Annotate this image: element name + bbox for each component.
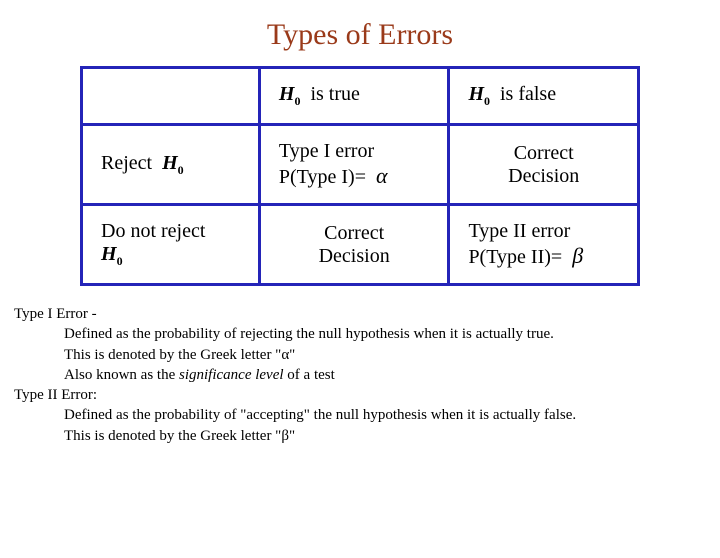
beta-symbol: β [572,243,583,268]
header-false: H0 is false [449,68,639,125]
header-true: H0 is true [259,68,449,125]
h0-symbol: H0 [162,152,184,174]
noreject-text: Do not reject [101,220,205,242]
type1-heading: Type I Error - [14,304,720,324]
cell-line: Decision [319,245,390,267]
cell-line: Type II error [468,220,570,242]
page-title: Types of Errors [0,18,720,52]
type2-heading: Type II Error: [14,385,720,405]
errors-table: H0 is true H0 is false Reject H0 Type I … [80,66,640,286]
table-row: Reject H0 Type I error P(Type I)= α Corr… [82,125,639,205]
cell-type1: Type I error P(Type I)= α [259,125,449,205]
type2-symbol-line: This is denoted by the Greek letter "β" [64,426,720,446]
header-empty [82,68,260,125]
cell-correct: Correct Decision [259,205,449,285]
cell-type2: Type II error P(Type II)= β [449,205,639,285]
cell-correct: Correct Decision [449,125,639,205]
header-false-text: is false [500,83,556,105]
type1-symbol-line: This is denoted by the Greek letter "α" [64,345,720,365]
alpha-symbol: α [376,163,388,188]
cell-line: P(Type II)= [468,246,562,268]
type1-def: Defined as the probability of rejecting … [64,324,720,344]
h0-symbol: H0 [279,83,301,105]
cell-line: Correct [514,142,574,164]
row-noreject-label: Do not reject H0 [82,205,260,285]
cell-line: Type I error [279,140,374,162]
table-row: H0 is true H0 is false [82,68,639,125]
h0-symbol: H0 [101,243,123,265]
cell-line: Decision [508,165,579,187]
type1-aka: Also known as the significance level of … [64,365,720,385]
type2-def: Defined as the probability of "accepting… [64,405,720,425]
cell-line: Correct [324,222,384,244]
definitions: Type I Error - Defined as the probabilit… [14,304,720,446]
cell-line: P(Type I)= [279,166,366,188]
reject-text: Reject [101,152,152,174]
header-true-text: is true [310,83,359,105]
table-row: Do not reject H0 Correct Decision Type I… [82,205,639,285]
row-reject-label: Reject H0 [82,125,260,205]
h0-symbol: H0 [468,83,490,105]
